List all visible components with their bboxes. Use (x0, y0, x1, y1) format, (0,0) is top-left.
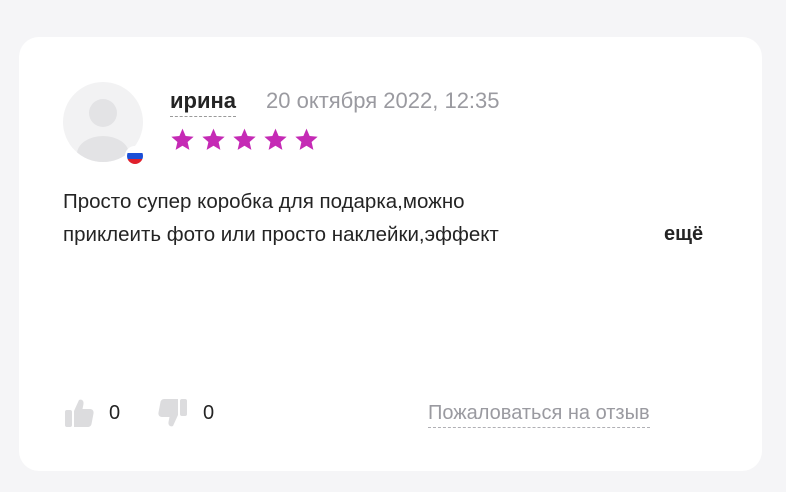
text-fade (553, 218, 623, 251)
dislike-button[interactable]: 0 (157, 395, 214, 431)
review-text-line: приклеить фото или просто наклейки,эффек… (63, 218, 623, 251)
thumbs-up-icon (65, 399, 94, 427)
star-icon (171, 128, 194, 150)
author-avatar-wrap (63, 82, 145, 166)
like-button[interactable]: 0 (63, 395, 120, 431)
author-name[interactable]: ирина (170, 87, 237, 117)
read-more-button[interactable]: ещё (664, 218, 703, 251)
thumbs-down-icon (158, 399, 187, 427)
review-date: 20 октября 2022, 12:35 (266, 88, 500, 113)
star-icon (202, 128, 225, 150)
report-review-link[interactable]: Пожаловаться на отзыв (428, 399, 650, 428)
star-icon (295, 128, 318, 150)
rating-stars (170, 127, 319, 152)
star-icon (264, 128, 287, 150)
dislike-count: 0 (203, 402, 215, 424)
like-count: 0 (109, 402, 121, 424)
review-card: ирина 20 октября 2022, 12:35 Просто супе… (19, 37, 762, 471)
ru-flag-icon (125, 146, 145, 166)
review-text: Просто супер коробка для подарка,можно п… (63, 185, 623, 251)
star-icon (233, 128, 256, 150)
review-text-line: Просто супер коробка для подарка,можно (63, 190, 465, 213)
review-text-line-content: приклеить фото или просто наклейки,эффек… (63, 223, 499, 246)
